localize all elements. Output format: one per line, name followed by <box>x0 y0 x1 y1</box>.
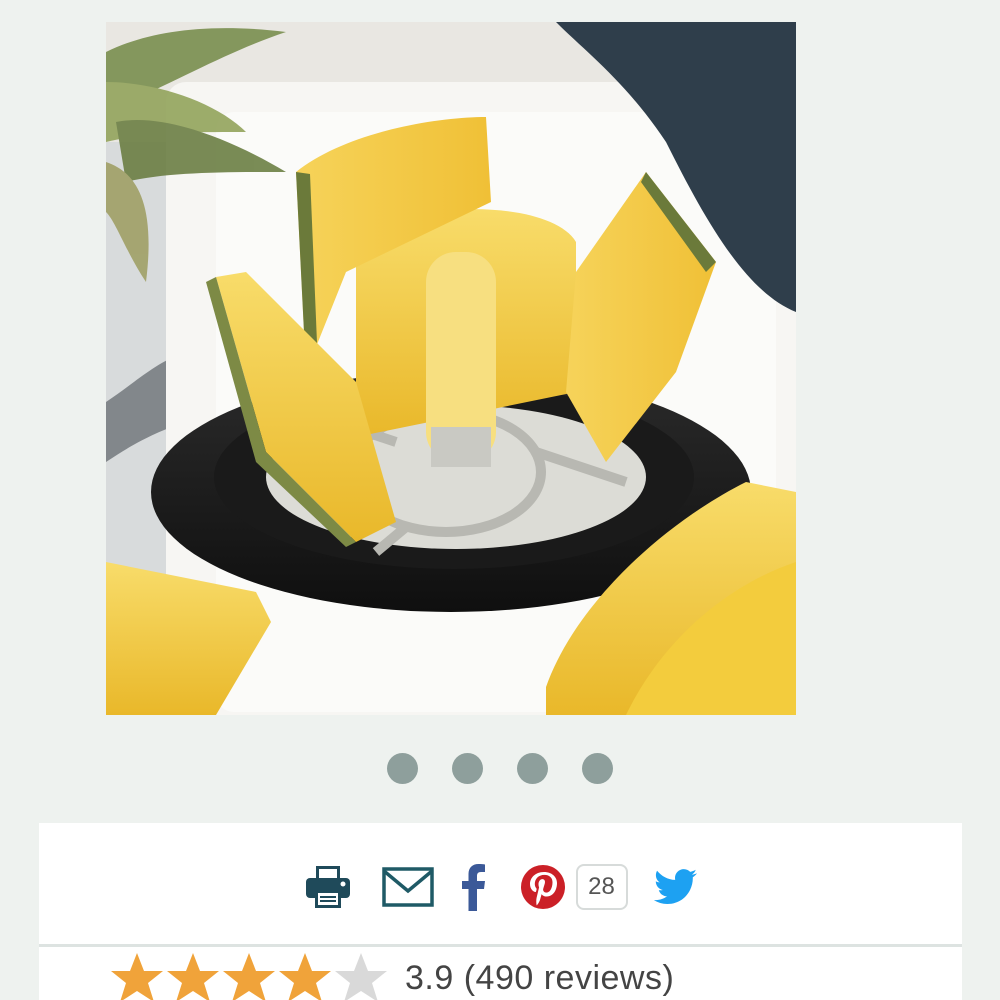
star-filled-icon <box>279 953 331 1000</box>
rating-summary[interactable]: 3.9 (490 reviews) <box>109 953 674 1000</box>
carousel-dots <box>0 753 1000 784</box>
pineapple-slicer-illustration <box>106 22 796 715</box>
carousel-dot-3[interactable] <box>517 753 548 784</box>
star-filled-icon <box>223 953 275 1000</box>
recipe-info-card: 28 3.9 (490 reviews) <box>39 823 962 1000</box>
print-button[interactable] <box>304 864 352 910</box>
twitter-icon <box>653 869 697 904</box>
star-filled-icon <box>167 953 219 1000</box>
carousel-dot-2[interactable] <box>452 753 483 784</box>
facebook-icon <box>461 864 485 911</box>
email-button[interactable] <box>381 867 434 907</box>
twitter-share-button[interactable] <box>653 869 698 905</box>
star-empty-icon <box>335 953 387 1000</box>
email-icon <box>381 867 434 907</box>
card-divider <box>39 944 962 947</box>
star-filled-icon <box>111 953 163 1000</box>
carousel-dot-4[interactable] <box>582 753 613 784</box>
rating-number: 3.9 <box>405 958 454 997</box>
pinterest-share-button[interactable] <box>520 864 566 910</box>
review-count: (490 reviews) <box>463 958 675 997</box>
pinterest-share-count: 28 <box>575 864 628 910</box>
carousel-dot-1[interactable] <box>387 753 418 784</box>
share-bar: 28 <box>39 859 962 915</box>
star-rating <box>109 951 389 1000</box>
print-icon <box>305 866 350 908</box>
pinterest-icon <box>520 865 565 909</box>
recipe-page: 28 3.9 (490 reviews) <box>0 0 1000 1000</box>
facebook-share-button[interactable] <box>460 863 486 911</box>
rating-label: 3.9 (490 reviews) <box>405 959 674 998</box>
product-photo[interactable] <box>106 22 796 715</box>
